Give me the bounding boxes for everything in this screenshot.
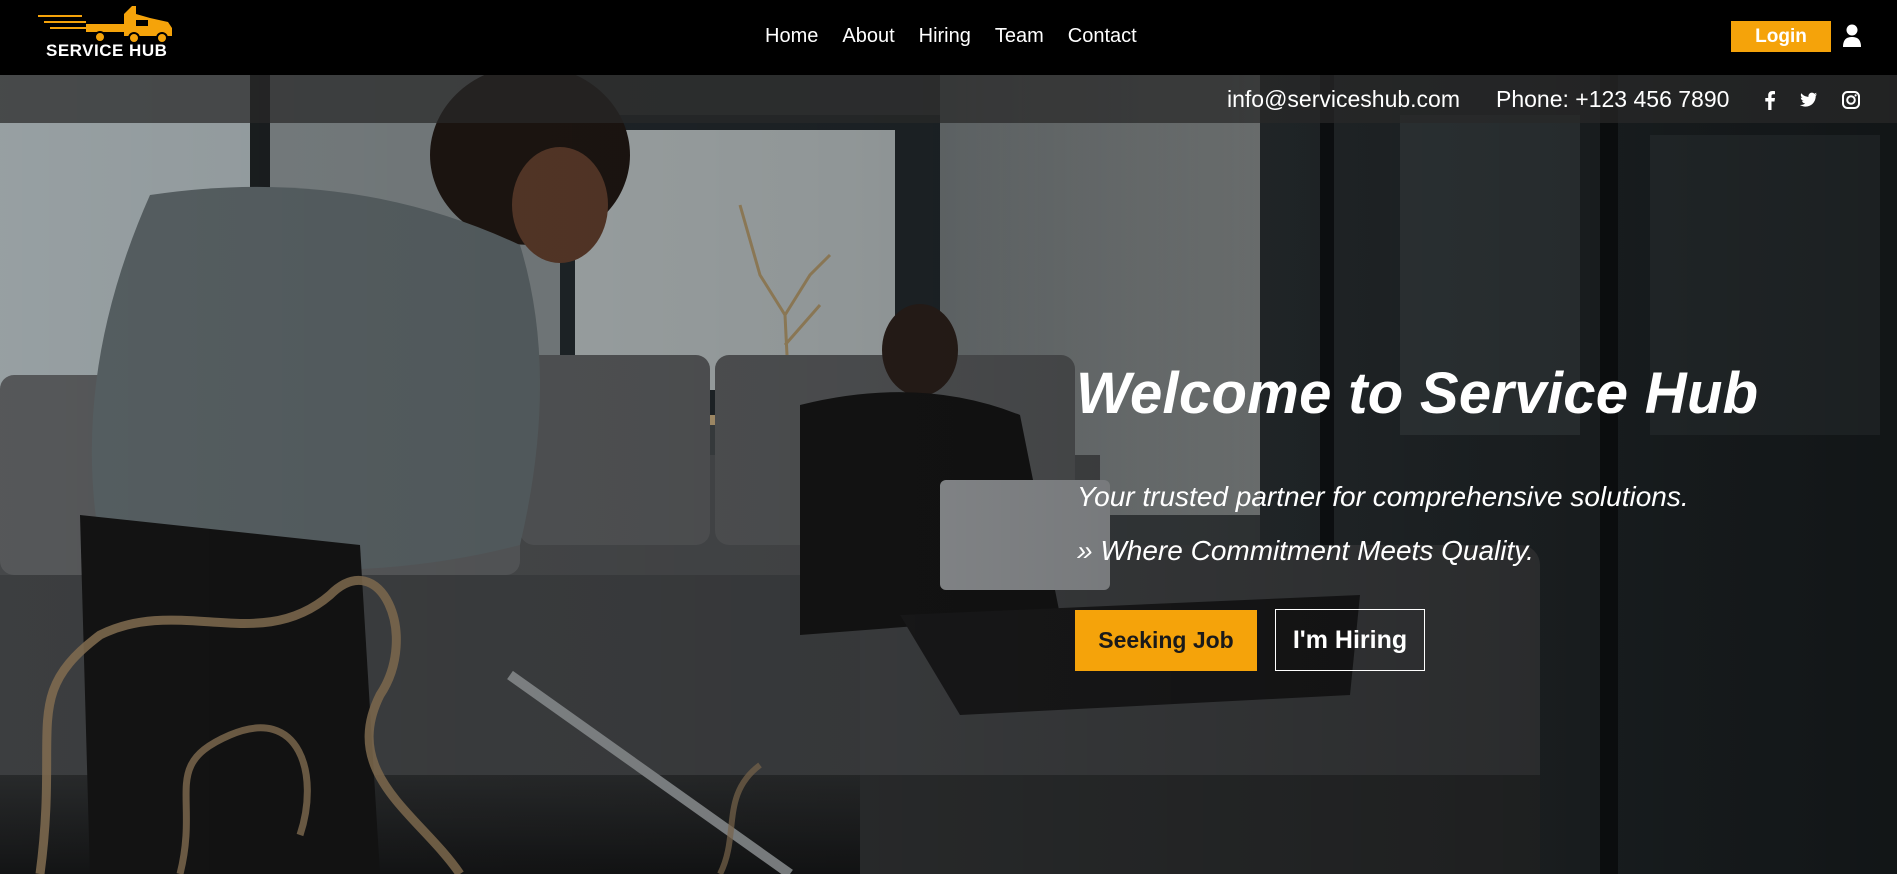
nav-contact[interactable]: Contact — [1068, 22, 1137, 50]
hero-tagline: » Where Commitment Meets Quality. — [1077, 535, 1534, 566]
nav-home[interactable]: Home — [765, 22, 818, 50]
main-nav: Home About Hiring Team Contact — [765, 22, 1161, 50]
seeking-job-button[interactable]: Seeking Job — [1075, 610, 1257, 671]
contact-phone: Phone: +123 456 7890 — [1496, 86, 1730, 112]
im-hiring-button[interactable]: I'm Hiring — [1275, 609, 1425, 671]
hero-subtitle: Your trusted partner for comprehensive s… — [1077, 481, 1689, 512]
user-icon[interactable] — [1842, 24, 1862, 48]
instagram-icon[interactable] — [1840, 89, 1862, 111]
brand-logo[interactable]: SERVICE HUB — [30, 4, 178, 60]
truck-logo-icon — [38, 6, 172, 44]
contact-bar: info@serviceshub.com Phone: +123 456 789… — [0, 75, 1897, 123]
logo-text: SERVICE HUB — [46, 41, 168, 60]
nav-hiring[interactable]: Hiring — [919, 22, 971, 50]
nav-team[interactable]: Team — [995, 22, 1044, 50]
top-navbar: SERVICE HUB Home About Hiring Team Conta… — [0, 0, 1897, 75]
hero-overlay — [0, 75, 1897, 874]
contact-email[interactable]: info@serviceshub.com — [1227, 86, 1460, 113]
facebook-icon[interactable] — [1759, 89, 1781, 111]
login-button[interactable]: Login — [1731, 21, 1831, 52]
twitter-icon[interactable] — [1797, 89, 1819, 111]
nav-about[interactable]: About — [842, 22, 894, 50]
hero-section — [0, 75, 1897, 874]
hero-title: Welcome to Service Hub — [1076, 361, 1759, 426]
